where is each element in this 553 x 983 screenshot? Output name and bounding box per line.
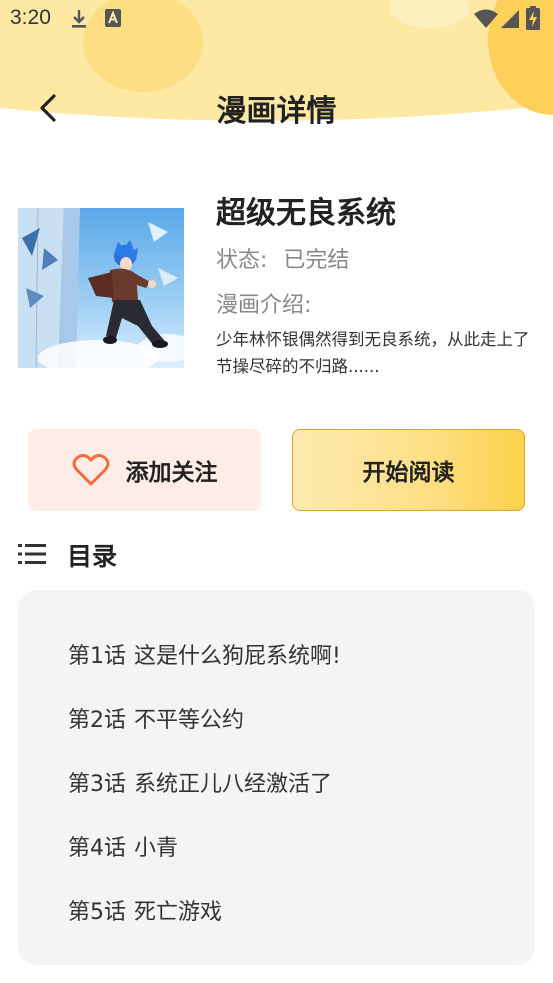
chapter-name: 不平等公约 (134, 708, 245, 733)
chapter-list: 第1话 这是什么狗屁系统啊! 第2话 不平等公约 第3话 系统正儿八经激活了 第4话小… (18, 590, 535, 965)
cover-illustration (18, 208, 184, 368)
chapter-number: 第5话 (68, 900, 126, 925)
chapter-number: 第2话 (68, 708, 126, 733)
status-bar: 3:20 (0, 0, 553, 38)
chapter-item[interactable]: 第5话 死亡游戏 (68, 894, 222, 926)
status-value: 已完结 (283, 248, 350, 273)
comic-detail-screen: 3:20 漫画详情 超级无良系统 状态: 已完结 漫画介绍: 少年林怀银偶然得到… (0, 0, 553, 983)
chapter-item[interactable]: 第2话 不平等公约 (68, 702, 244, 734)
comic-cover[interactable] (18, 208, 184, 368)
catalog-title: 目录 (67, 542, 118, 571)
status-label: 状态: (216, 248, 268, 273)
heart-icon (72, 453, 109, 486)
battery-charging-icon (526, 6, 540, 30)
intro-text: 少年林怀银偶然得到无良系统，从此走上了节操尽碎的不归路...... (216, 330, 530, 376)
chapter-name: 这是什么狗屁系统啊! (134, 644, 341, 669)
chapter-item[interactable]: 第1话 这是什么狗屁系统啊! (68, 638, 341, 670)
chapter-name: 小青 (134, 836, 179, 861)
status-time: 3:20 (10, 6, 51, 29)
chapter-item[interactable]: 第3话 系统正儿八经激活了 (68, 766, 332, 798)
chapter-number: 第4话 (68, 836, 126, 861)
intro-label: 漫画介绍: (216, 293, 312, 318)
chapter-number: 第1话 (68, 644, 126, 669)
signal-icon (501, 10, 519, 28)
comic-title: 超级无良系统 (216, 196, 396, 231)
page-title: 漫画详情 (216, 94, 337, 129)
follow-button[interactable]: 添加关注 (28, 429, 261, 511)
wifi-icon (474, 9, 498, 28)
comic-status: 状态: 已完结 (216, 242, 349, 274)
start-reading-label: 开始阅读 (362, 460, 455, 486)
follow-label: 添加关注 (125, 460, 218, 486)
chapter-name: 系统正儿八经激活了 (134, 772, 333, 797)
chapter-name: 死亡游戏 (134, 900, 223, 925)
start-reading-button[interactable]: 开始阅读 (292, 429, 525, 511)
notification-a-icon (105, 9, 121, 27)
list-icon (18, 544, 46, 564)
chapter-item[interactable]: 第4话 小青 (68, 830, 178, 862)
chapter-number: 第3话 (68, 772, 126, 797)
download-icon (72, 10, 86, 28)
